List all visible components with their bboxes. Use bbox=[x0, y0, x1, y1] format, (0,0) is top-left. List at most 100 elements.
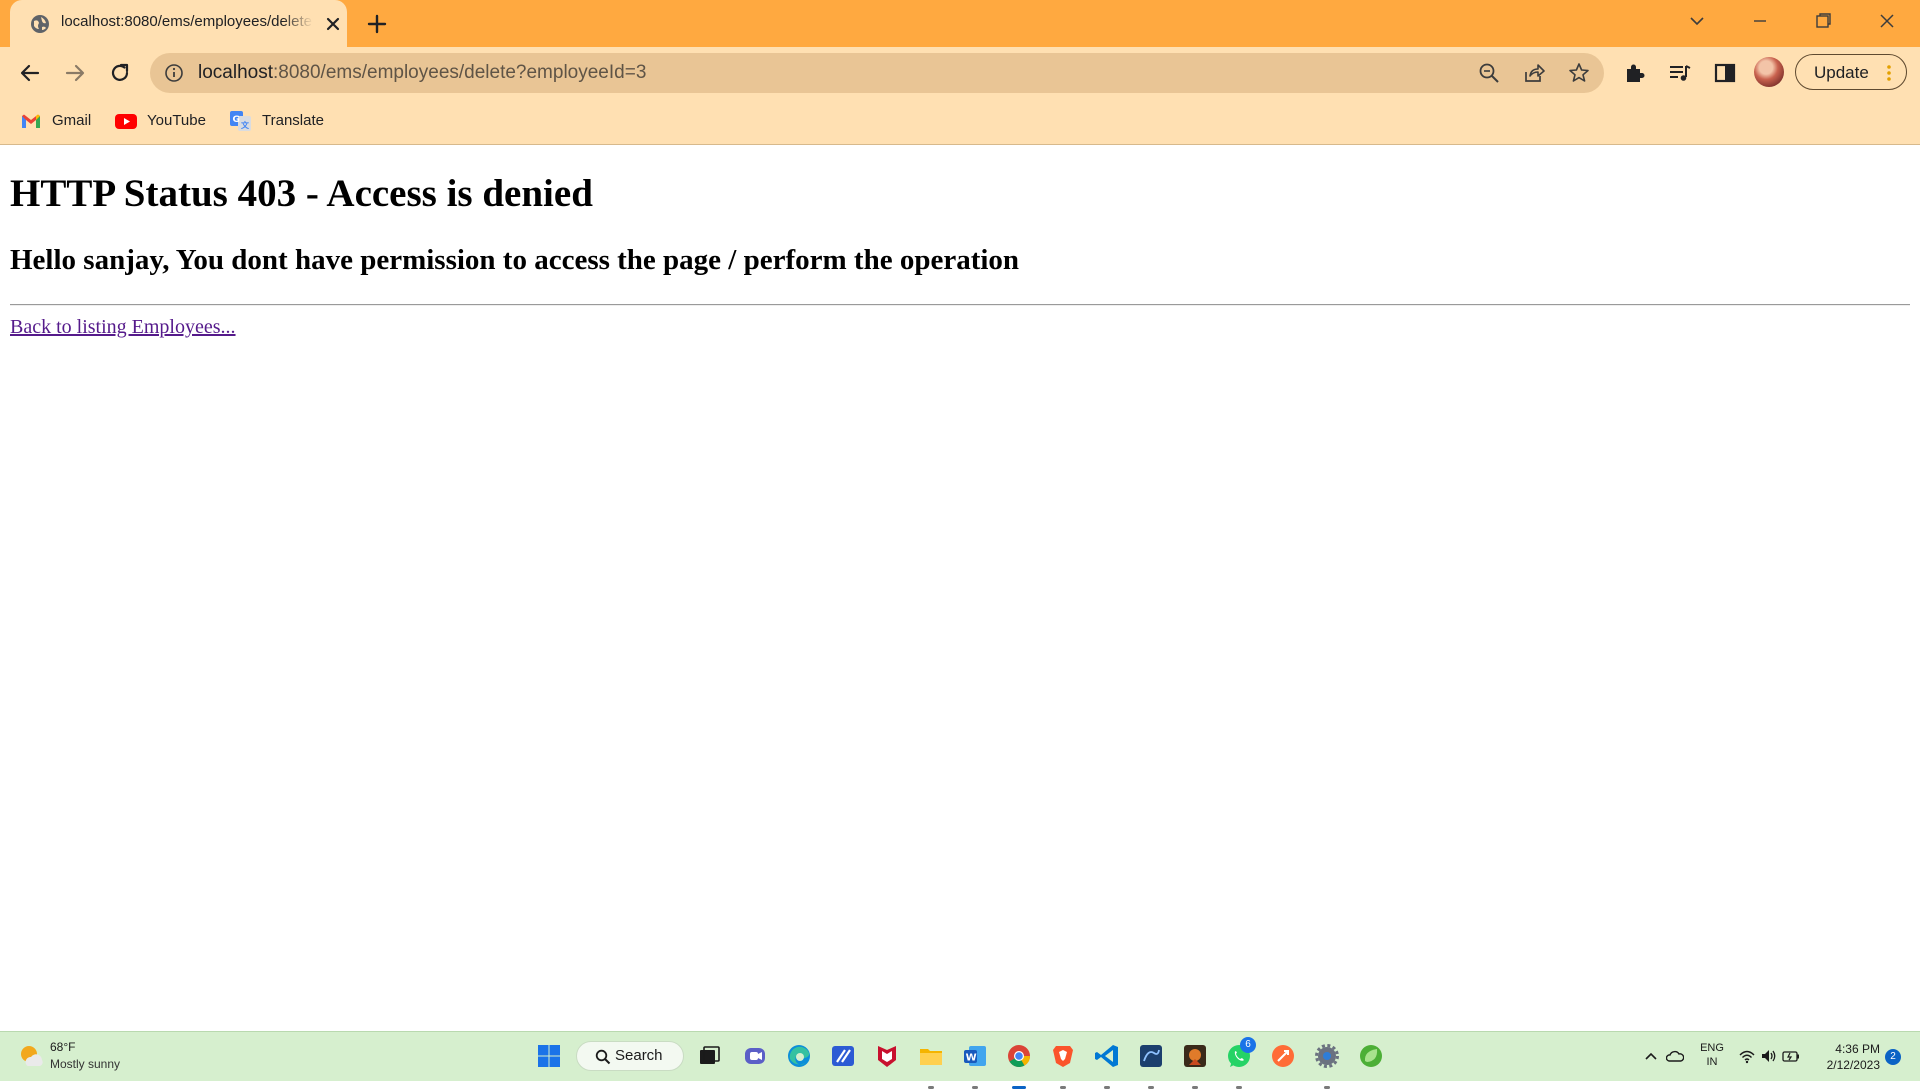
site-info-icon[interactable] bbox=[164, 63, 184, 83]
region-code: IN bbox=[1706, 1056, 1718, 1068]
pen-app-icon bbox=[832, 1046, 854, 1066]
bookmark-label: YouTube bbox=[147, 112, 206, 129]
url-path: :8080/ems/employees/delete?employeeId=3 bbox=[273, 62, 647, 83]
task-view-icon bbox=[700, 1046, 720, 1064]
volume-icon[interactable] bbox=[1760, 1047, 1778, 1065]
search-icon bbox=[595, 1049, 611, 1065]
browser-tab-strip: localhost:8080/ems/employees/delete?empl… bbox=[0, 0, 1920, 47]
whatsapp-app[interactable]: 6 bbox=[1224, 1037, 1256, 1089]
weather-temp[interactable]: 68°F bbox=[50, 1040, 75, 1054]
postman-app[interactable] bbox=[1268, 1041, 1298, 1071]
browser-toolbar: localhost:8080/ems/employees/delete?empl… bbox=[0, 47, 1920, 99]
postman-icon bbox=[1272, 1045, 1294, 1067]
pen-app[interactable] bbox=[828, 1041, 858, 1071]
vscode-icon bbox=[1095, 1045, 1118, 1067]
mcafee-icon bbox=[878, 1046, 896, 1067]
vscode-app[interactable] bbox=[1092, 1041, 1122, 1089]
notification-badge: 6 bbox=[1240, 1037, 1256, 1053]
media-controls-icon[interactable] bbox=[1667, 60, 1693, 86]
mcafee-app[interactable] bbox=[872, 1041, 902, 1071]
brave-app[interactable] bbox=[1048, 1041, 1078, 1089]
edge-app[interactable] bbox=[784, 1041, 814, 1071]
language-code: ENG bbox=[1700, 1042, 1724, 1054]
extensions-icon[interactable] bbox=[1622, 60, 1648, 86]
windows-taskbar: 68°F Mostly sunny Search W 6 ENG IN 4:36… bbox=[0, 1031, 1920, 1089]
address-bar[interactable]: localhost:8080/ems/employees/delete?empl… bbox=[150, 53, 1604, 93]
minimize-icon[interactable] bbox=[1745, 8, 1775, 34]
clock-date: 2/12/2023 bbox=[1826, 1058, 1880, 1072]
search-label: Search bbox=[615, 1047, 663, 1064]
bookmark-label: Translate bbox=[262, 112, 324, 129]
bookmark-star-icon[interactable] bbox=[1568, 62, 1590, 84]
meet-icon bbox=[745, 1048, 765, 1064]
share-icon[interactable] bbox=[1523, 62, 1545, 84]
zoom-icon[interactable] bbox=[1478, 62, 1500, 84]
onedrive-cloud-icon[interactable] bbox=[1666, 1047, 1684, 1065]
divider bbox=[10, 304, 1910, 306]
gmail-icon bbox=[22, 114, 40, 128]
svg-text:G: G bbox=[233, 115, 240, 125]
close-window-icon[interactable] bbox=[1872, 8, 1902, 34]
svg-text:文: 文 bbox=[241, 120, 250, 130]
bookmark-youtube[interactable]: YouTube bbox=[115, 109, 215, 133]
brave-icon bbox=[1053, 1046, 1073, 1067]
clock-time: 4:36 PM bbox=[1835, 1042, 1880, 1056]
task-view-button[interactable] bbox=[694, 1041, 724, 1071]
update-button[interactable]: Update bbox=[1795, 54, 1907, 90]
settings-icon bbox=[1315, 1044, 1339, 1068]
notification-count[interactable]: 2 bbox=[1885, 1049, 1901, 1065]
start-button[interactable] bbox=[534, 1041, 564, 1071]
side-panel-icon[interactable] bbox=[1712, 60, 1738, 86]
close-tab-icon[interactable] bbox=[323, 14, 343, 34]
game-app[interactable] bbox=[1180, 1041, 1210, 1089]
word-icon: W bbox=[964, 1046, 986, 1066]
profile-avatar[interactable] bbox=[1754, 57, 1784, 87]
spring-icon bbox=[1360, 1045, 1382, 1067]
spring-tools-app[interactable] bbox=[1356, 1041, 1386, 1071]
battery-icon[interactable] bbox=[1782, 1047, 1800, 1065]
taskbar-search[interactable]: Search bbox=[576, 1041, 684, 1071]
back-icon[interactable] bbox=[17, 60, 43, 86]
permission-message: Hello sanjay, You dont have permission t… bbox=[10, 244, 1020, 276]
tab-search-icon[interactable] bbox=[1682, 8, 1712, 34]
globe-icon bbox=[31, 15, 49, 33]
file-explorer-icon bbox=[920, 1049, 942, 1065]
database-app[interactable] bbox=[1136, 1041, 1166, 1089]
back-to-listing-link[interactable]: Back to listing Employees... bbox=[10, 316, 236, 339]
chrome-app[interactable] bbox=[1004, 1041, 1034, 1089]
bookmark-gmail[interactable]: Gmail bbox=[20, 109, 100, 133]
edge-icon bbox=[788, 1045, 810, 1067]
reload-icon[interactable] bbox=[107, 60, 133, 86]
svg-text:W: W bbox=[966, 1053, 977, 1064]
restore-icon[interactable] bbox=[1808, 8, 1838, 34]
url-host: localhost bbox=[198, 62, 273, 83]
url-text[interactable]: localhost:8080/ems/employees/delete?empl… bbox=[198, 62, 646, 84]
word-app[interactable]: W bbox=[960, 1041, 990, 1089]
bookmark-label: Gmail bbox=[52, 112, 92, 129]
new-tab-icon[interactable] bbox=[365, 12, 389, 36]
weather-desc[interactable]: Mostly sunny bbox=[50, 1057, 120, 1071]
page-content: HTTP Status 403 - Access is denied Hello… bbox=[0, 145, 1920, 1031]
more-menu-icon[interactable] bbox=[1885, 63, 1893, 83]
chrome-icon bbox=[1008, 1045, 1030, 1067]
chevron-up-icon[interactable] bbox=[1642, 1047, 1660, 1065]
game-icon bbox=[1184, 1045, 1206, 1067]
language-indicator[interactable]: ENG IN bbox=[1696, 1041, 1728, 1069]
file-explorer-app[interactable] bbox=[916, 1041, 946, 1089]
youtube-icon bbox=[115, 114, 137, 129]
chat-app[interactable] bbox=[740, 1041, 770, 1071]
clock[interactable]: 4:36 PM 2/12/2023 bbox=[1808, 1041, 1880, 1073]
browser-tab-active[interactable]: localhost:8080/ems/employees/delete?empl… bbox=[10, 0, 347, 47]
error-heading: HTTP Status 403 - Access is denied bbox=[10, 172, 593, 215]
db-app-icon bbox=[1140, 1045, 1162, 1067]
sun-cloud-icon[interactable] bbox=[18, 1043, 44, 1069]
start-icon bbox=[538, 1045, 560, 1067]
settings-app[interactable] bbox=[1312, 1041, 1342, 1089]
update-label: Update bbox=[1814, 63, 1869, 82]
translate-icon: G 文 bbox=[230, 111, 251, 131]
wifi-icon[interactable] bbox=[1738, 1047, 1756, 1065]
tab-title: localhost:8080/ems/employees/delete?empl… bbox=[61, 13, 313, 30]
bookmark-translate[interactable]: G 文 Translate bbox=[230, 109, 330, 133]
bookmarks-bar: Gmail YouTube G 文 Translate bbox=[0, 99, 1920, 145]
forward-icon[interactable] bbox=[62, 60, 88, 86]
